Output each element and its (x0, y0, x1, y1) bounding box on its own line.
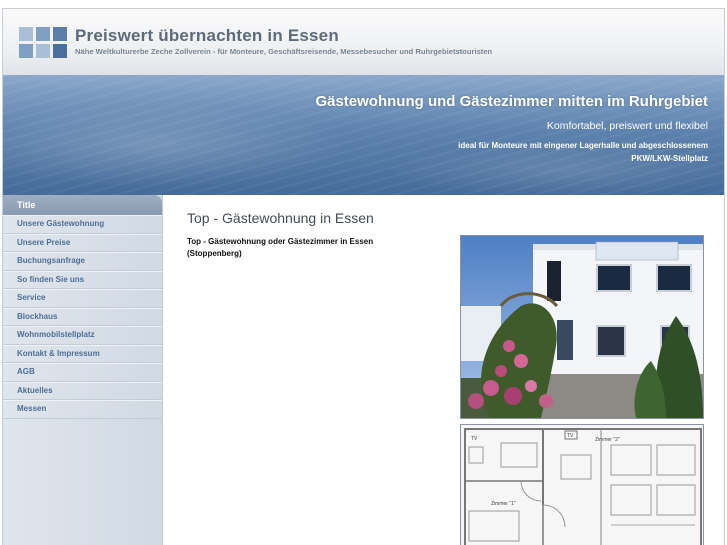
sidebar-item-preise[interactable]: Unsere Preise (3, 233, 162, 252)
banner-note: ideal für Monteure mit eingener Lagerhal… (458, 141, 708, 163)
sidebar-item-kontakt[interactable]: Kontakt & Impressum (3, 344, 162, 363)
main-content: Top - Gästewohnung in Essen Top - Gästew… (163, 195, 724, 545)
hero-banner: Gästewohnung und Gästezimmer mitten im R… (3, 75, 724, 195)
site-title: Preiswert übernachten in Essen (75, 26, 339, 45)
intro-text: Top - Gästewohnung oder Gästezimmer in E… (187, 237, 374, 258)
banner-tagline: Komfortabel, preiswert und flexibel (546, 120, 708, 132)
plan-label-tv-2: TV (567, 433, 574, 439)
plan-label-tv-1: TV (471, 436, 478, 442)
sidebar-item-aktuelles[interactable]: Aktuelles (3, 381, 162, 400)
site-header: Preiswert übernachten in Essen Nähe Welt… (3, 9, 724, 76)
site-subtitle: Nähe Weltkulturerbe Zeche Zollverein - f… (75, 47, 493, 56)
sidebar-item-agb[interactable]: AGB (3, 363, 162, 382)
floor-plan: TV TV Zimmer "2" Zimmer "1" (460, 424, 704, 545)
site-logo (19, 27, 67, 58)
plan-label-zimmer-1: Zimmer "1" (491, 501, 516, 507)
sidebar-nav: Title Unsere Gästewohnung Unsere Preise … (3, 195, 163, 545)
sidebar-item-blockhaus[interactable]: Blockhaus (3, 307, 162, 326)
sidebar-item-service[interactable]: Service (3, 289, 162, 308)
house-photo (460, 235, 704, 419)
sidebar-item-buchungsanfrage[interactable]: Buchungsanfrage (3, 252, 162, 271)
page-frame: Preiswert übernachten in Essen Nähe Welt… (2, 8, 725, 545)
sidebar-item-anfahrt[interactable]: So finden Sie uns (3, 270, 162, 289)
sidebar-title: Title (3, 195, 162, 215)
plan-label-zimmer-2: Zimmer "2" (595, 437, 620, 443)
sidebar-item-gaestewohnung[interactable]: Unsere Gästewohnung (3, 215, 162, 234)
sidebar-item-wohnmobilstellplatz[interactable]: Wohnmobilstellplatz (3, 326, 162, 345)
page-title: Top - Gästewohnung in Essen (187, 210, 374, 226)
sidebar-item-messen[interactable]: Messen (3, 400, 162, 419)
banner-headline: Gästewohnung und Gästezimmer mitten im R… (315, 93, 708, 110)
